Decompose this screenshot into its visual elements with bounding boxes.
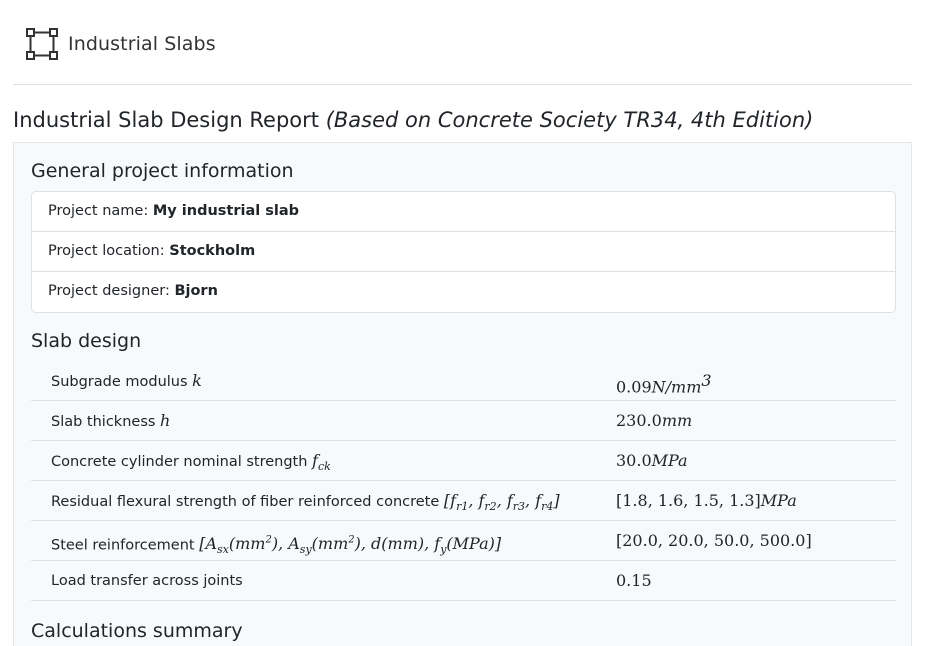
row-value: 0.15 [616, 571, 652, 590]
report-card: General project information Project name… [13, 142, 912, 646]
project-info-list: Project name: My industrial slab Project… [31, 191, 896, 313]
calculations-summary-heading: Calculations summary [31, 620, 243, 642]
symbol-k: k [192, 371, 202, 390]
project-name-label: Project name: [48, 203, 149, 219]
row-value: [1.8, 1.6, 1.5, 1.3]MPa [616, 491, 797, 510]
table-row-concrete-strength: Concrete cylinder nominal strength fck 3… [31, 441, 896, 481]
row-label: Subgrade modulus k [51, 371, 202, 390]
project-designer-item: Project designer: Bjorn [32, 272, 895, 312]
project-designer-value: Bjorn [174, 283, 218, 299]
brand-text: Industrial Slabs [68, 33, 216, 55]
report-title-text: Industrial Slab Design Report [13, 108, 319, 132]
symbol-steel-list: [Asx(mm2), Asy(mm2), d(mm), fy(MPa)] [199, 534, 502, 557]
symbol-fr-list: [fr1, fr2, fr3, fr4] [443, 491, 560, 514]
brand-link[interactable]: Industrial Slabs [25, 27, 216, 61]
slab-design-table: Subgrade modulus k 0.09N/mm3 Slab thickn… [31, 361, 896, 601]
project-designer-label: Project designer: [48, 283, 170, 299]
vector-square-icon [25, 27, 59, 61]
report-subtitle: (Based on Concrete Society TR34, 4th Edi… [325, 108, 814, 132]
navbar: Industrial Slabs [13, 0, 912, 85]
general-info-heading: General project information [31, 160, 294, 182]
slab-design-heading: Slab design [31, 330, 142, 352]
project-name-value: My industrial slab [152, 203, 300, 219]
row-value: 30.0MPa [616, 451, 688, 470]
row-label: Load transfer across joints [51, 573, 243, 589]
table-row-slab-thickness: Slab thickness h 230.0mm [31, 401, 896, 441]
symbol-fck: fck [312, 451, 331, 474]
project-location-value: Stockholm [169, 243, 256, 259]
row-label: Slab thickness h [51, 411, 171, 430]
table-row-load-transfer: Load transfer across joints 0.15 [31, 561, 896, 601]
table-row-residual-flexural-strength: Residual flexural strength of fiber rein… [31, 481, 896, 521]
project-name-item: Project name: My industrial slab [32, 192, 895, 232]
symbol-h: h [160, 411, 171, 430]
table-row-subgrade-modulus: Subgrade modulus k 0.09N/mm3 [31, 361, 896, 401]
project-location-item: Project location: Stockholm [32, 232, 895, 272]
row-value: 230.0mm [616, 411, 693, 430]
project-location-label: Project location: [48, 243, 165, 259]
row-value: [20.0, 20.0, 50.0, 500.0] [616, 531, 812, 550]
page-title: Industrial Slab Design Report (Based on … [13, 108, 813, 132]
table-row-steel-reinforcement: Steel reinforcement [Asx(mm2), Asy(mm2),… [31, 521, 896, 561]
